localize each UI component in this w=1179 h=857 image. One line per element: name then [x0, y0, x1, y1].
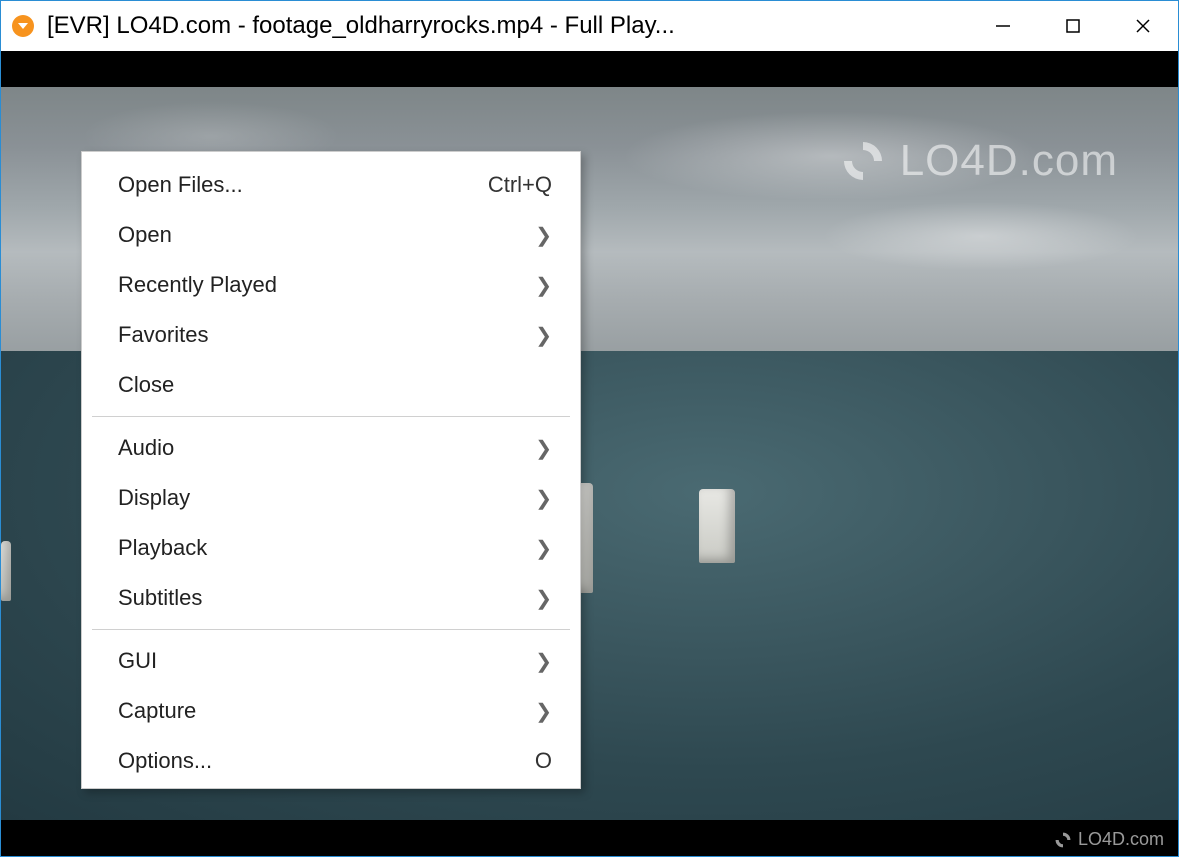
menu-label: Favorites — [118, 322, 515, 348]
watermark-text: LO4D.com — [1078, 829, 1164, 850]
menu-open[interactable]: Open ❯ — [82, 210, 580, 260]
chevron-right-icon: ❯ — [535, 536, 552, 561]
titlebar[interactable]: [EVR] LO4D.com - footage_oldharryrocks.m… — [1, 1, 1178, 51]
chevron-right-icon: ❯ — [535, 699, 552, 724]
menu-label: Open Files... — [118, 172, 468, 198]
window-controls — [968, 1, 1178, 51]
chevron-right-icon: ❯ — [535, 223, 552, 248]
menu-label: GUI — [118, 648, 515, 674]
menu-capture[interactable]: Capture ❯ — [82, 686, 580, 736]
menu-shortcut: O — [535, 748, 552, 774]
menu-label: Playback — [118, 535, 515, 561]
menu-label: Options... — [118, 748, 515, 774]
video-area[interactable]: LO4D.com LO4D.com LO4D.com Open — [1, 51, 1178, 856]
refresh-icon — [840, 138, 886, 184]
window-title: [EVR] LO4D.com - footage_oldharryrocks.m… — [47, 12, 968, 40]
chevron-right-icon: ❯ — [535, 486, 552, 511]
menu-recently-played[interactable]: Recently Played ❯ — [82, 260, 580, 310]
menu-label: Display — [118, 485, 515, 511]
menu-options[interactable]: Options... O — [82, 736, 580, 786]
watermark-text: LO4D.com — [900, 136, 1118, 186]
menu-close[interactable]: Close — [82, 360, 580, 410]
menu-favorites[interactable]: Favorites ❯ — [82, 310, 580, 360]
menu-label: Audio — [118, 435, 515, 461]
chevron-right-icon: ❯ — [535, 649, 552, 674]
watermark-large: LO4D.com — [840, 136, 1118, 186]
menu-label: Open — [118, 222, 515, 248]
minimize-button[interactable] — [968, 1, 1038, 51]
menu-gui[interactable]: GUI ❯ — [82, 636, 580, 686]
app-icon — [11, 14, 35, 38]
refresh-icon — [1054, 831, 1072, 849]
menu-shortcut: Ctrl+Q — [488, 172, 552, 198]
menu-label: Subtitles — [118, 585, 515, 611]
menu-open-files[interactable]: Open Files... Ctrl+Q — [82, 160, 580, 210]
menu-display[interactable]: Display ❯ — [82, 473, 580, 523]
context-menu: Open Files... Ctrl+Q Open ❯ Recently Pla… — [81, 151, 581, 789]
menu-label: Recently Played — [118, 272, 515, 298]
menu-audio[interactable]: Audio ❯ — [82, 423, 580, 473]
menu-label: Capture — [118, 698, 515, 724]
watermark-small: LO4D.com — [1054, 829, 1164, 850]
menu-label: Close — [118, 372, 552, 398]
chevron-right-icon: ❯ — [535, 273, 552, 298]
menu-subtitles[interactable]: Subtitles ❯ — [82, 573, 580, 623]
app-window: [EVR] LO4D.com - footage_oldharryrocks.m… — [0, 0, 1179, 857]
close-button[interactable] — [1108, 1, 1178, 51]
menu-separator — [92, 416, 570, 417]
chevron-right-icon: ❯ — [535, 586, 552, 611]
menu-separator — [92, 629, 570, 630]
menu-playback[interactable]: Playback ❯ — [82, 523, 580, 573]
chevron-right-icon: ❯ — [535, 436, 552, 461]
chevron-right-icon: ❯ — [535, 323, 552, 348]
maximize-button[interactable] — [1038, 1, 1108, 51]
